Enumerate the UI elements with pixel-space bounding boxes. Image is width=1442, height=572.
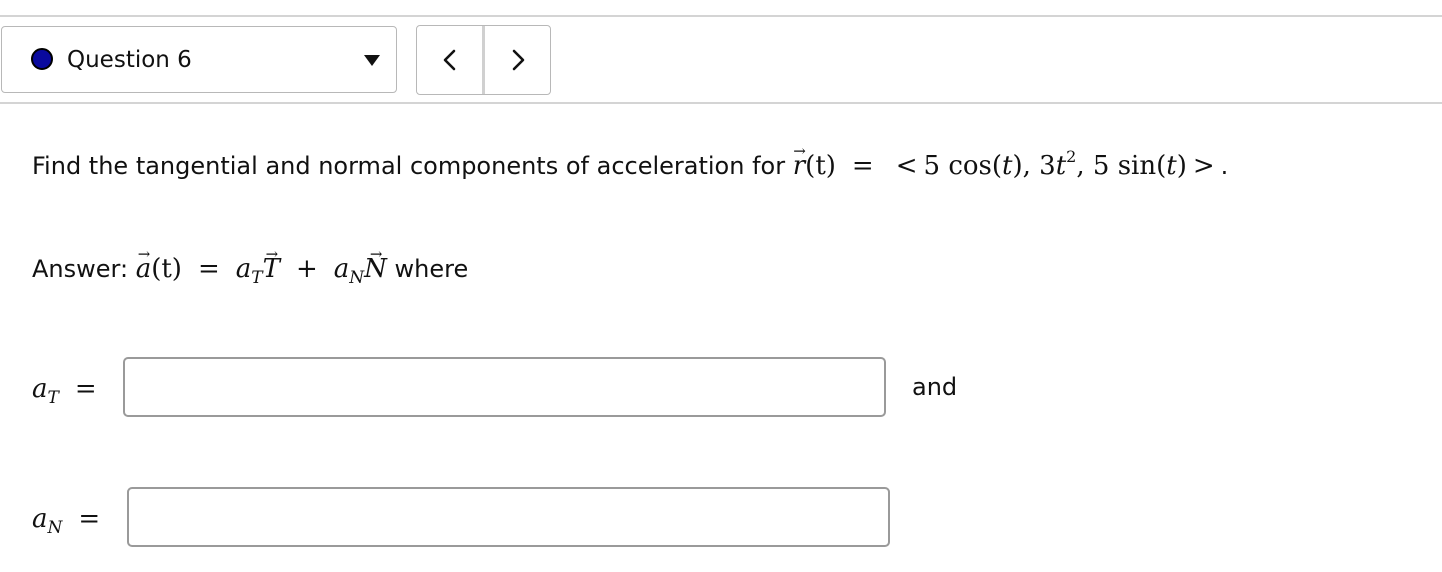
normal-component-input[interactable] [127,487,890,547]
question-title: Question 6 [67,47,192,73]
acceleration-decomposition: a(t)=aTT+aNN [136,254,387,288]
normal-component-label: aN = [32,504,101,538]
tangential-component-input[interactable] [123,357,886,417]
previous-question-button[interactable] [417,26,485,94]
chevron-left-icon [443,49,455,71]
caret-down-icon [364,55,380,66]
vector-N: N [364,254,387,284]
top-divider [0,15,1442,17]
question-status-indicator [31,48,53,70]
vector-T: T [263,254,280,284]
question-nav-buttons [416,25,551,95]
vector-r: r [793,151,805,181]
problem-text: Find the tangential and normal component… [32,152,786,180]
next-question-button[interactable] [485,26,550,94]
tangential-component-label: aT = [32,374,97,408]
problem-statement: Find the tangential and normal component… [32,142,1228,181]
and-text: and [912,373,958,401]
header-divider [0,102,1442,104]
answer-suffix: where [394,255,469,283]
question-selector[interactable]: Question 6 [1,26,397,93]
chevron-right-icon [512,49,524,71]
position-vector-expression: r(t)=<5 cos(t), 3t2, 5 sin(t)> [793,147,1221,181]
answer-formula-line: Answer: a(t)=aTT+aNN where [32,254,468,293]
vector-a: a [136,254,152,284]
answer-prefix: Answer: [32,255,129,283]
